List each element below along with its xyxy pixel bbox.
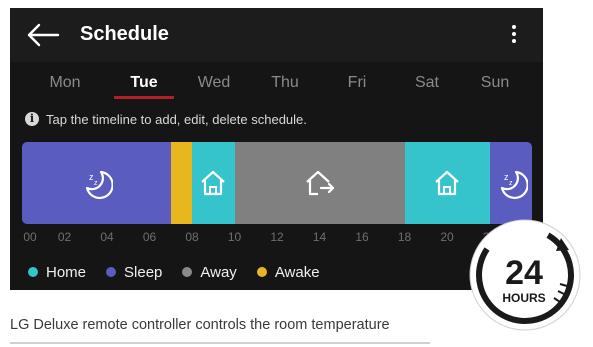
tab-day-tue[interactable]: Tue xyxy=(114,74,174,92)
tab-day-sun[interactable]: Sun xyxy=(465,74,525,92)
svg-text:z: z xyxy=(94,180,98,187)
tab-day-thu[interactable]: Thu xyxy=(255,74,315,92)
hour-tick-label: 06 xyxy=(142,230,157,244)
legend-item-awake: Awake xyxy=(256,263,320,281)
hour-tick-label: 02 xyxy=(57,230,72,244)
badge-number: 24 xyxy=(505,254,543,292)
legend-label: Home xyxy=(46,263,87,281)
hour-tick-label: 20 xyxy=(440,230,454,244)
legend-dot-awake xyxy=(256,267,267,277)
hour-tick-label: 16 xyxy=(355,230,369,244)
hour-tick-label: 10 xyxy=(227,230,242,244)
legend: Home Sleep Away Awake xyxy=(28,262,340,282)
badge-unit: HOURS xyxy=(502,291,545,305)
tab-day-mon[interactable]: Mon xyxy=(35,74,95,92)
hour-tick-label: 00 xyxy=(23,230,37,244)
day-tabs: Mon Tue Wed Thu Fri Sat Sun xyxy=(10,68,543,100)
timeline-segment-away[interactable] xyxy=(234,142,405,224)
legend-label: Sleep xyxy=(124,263,163,281)
info-icon: i xyxy=(25,112,39,126)
schedule-timeline[interactable]: zzzz xyxy=(22,142,532,224)
hour-tick-label: 14 xyxy=(312,230,327,244)
app-bar: Schedule xyxy=(10,8,543,62)
timeline-segment-sleep[interactable]: zz xyxy=(489,142,532,224)
timeline-segment-sleep[interactable]: zz xyxy=(22,142,171,224)
timeline-segment-awake[interactable] xyxy=(170,142,192,224)
timeline-hour-ticks: 000204060810121416182022 xyxy=(10,230,543,248)
hour-tick-label: 04 xyxy=(100,230,114,244)
timeline-segment-home[interactable] xyxy=(404,142,490,224)
tab-day-sat[interactable]: Sat xyxy=(397,74,457,92)
legend-item-away: Away xyxy=(182,263,237,281)
tab-day-wed[interactable]: Wed xyxy=(184,74,244,92)
legend-dot-sleep xyxy=(106,267,117,277)
info-hint: i Tap the timeline to add, edit, delete … xyxy=(25,110,307,128)
page-title: Schedule xyxy=(80,23,169,45)
caption-text: LG Deluxe remote controller controls the… xyxy=(10,317,390,333)
24-hours-clock-icon: 24 HOURS xyxy=(469,219,581,331)
legend-item-home: Home xyxy=(28,264,86,281)
info-text: Tap the timeline to add, edit, delete sc… xyxy=(46,111,307,127)
active-day-indicator xyxy=(114,96,174,99)
legend-dot-home xyxy=(28,267,38,277)
more-vert-icon[interactable] xyxy=(506,22,522,48)
legend-item-sleep: Sleep xyxy=(106,264,162,281)
arrow-left-icon[interactable] xyxy=(26,22,60,48)
hour-tick-label: 08 xyxy=(185,230,199,244)
hour-tick-label: 18 xyxy=(397,230,412,244)
legend-label: Away xyxy=(200,263,237,281)
schedule-screen: Schedule Mon Tue Wed Thu Fri Sat Sun i Tap the… xyxy=(10,8,543,290)
hour-tick-label: 12 xyxy=(270,230,284,244)
tab-day-fri[interactable]: Fri xyxy=(327,74,387,92)
legend-dot-away xyxy=(182,267,193,277)
timeline-segment-home[interactable] xyxy=(192,142,235,224)
caption-next-line xyxy=(10,337,480,347)
svg-text:z: z xyxy=(509,180,513,187)
legend-label: Awake xyxy=(274,263,320,281)
